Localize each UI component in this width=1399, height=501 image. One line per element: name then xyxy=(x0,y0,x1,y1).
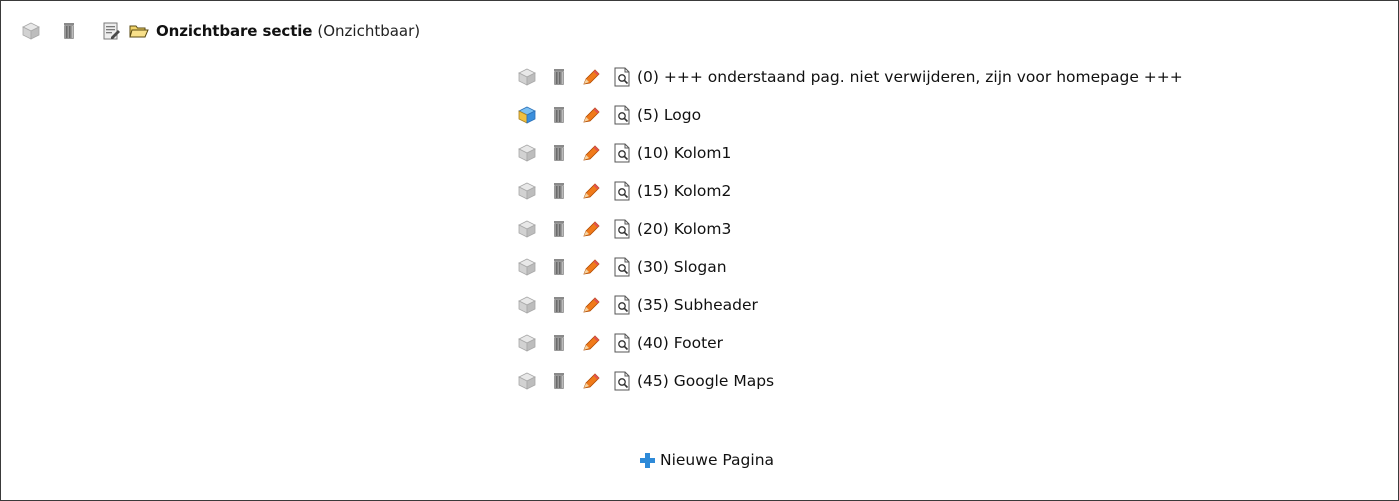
page-preview-icon[interactable] xyxy=(612,370,634,392)
trash-icon[interactable] xyxy=(548,256,570,278)
section-title[interactable]: Onzichtbare sectie xyxy=(156,22,312,40)
page-row: (5) Logo xyxy=(516,96,1183,134)
page-row: (40) Footer xyxy=(516,324,1183,362)
section-subtitle: (Onzichtbaar) xyxy=(317,22,421,40)
page-edit-icon[interactable] xyxy=(100,20,122,42)
page-row: (15) Kolom2 xyxy=(516,172,1183,210)
page-preview-icon[interactable] xyxy=(612,218,634,240)
trash-icon[interactable] xyxy=(58,20,80,42)
folder-open-icon[interactable] xyxy=(128,20,150,42)
plus-icon xyxy=(636,449,658,471)
page-label[interactable]: (15) Kolom2 xyxy=(637,182,731,200)
trash-icon[interactable] xyxy=(548,332,570,354)
page-label[interactable]: (30) Slogan xyxy=(637,258,727,276)
page-preview-icon[interactable] xyxy=(612,66,634,88)
trash-icon[interactable] xyxy=(548,142,570,164)
cube-gray-icon[interactable] xyxy=(20,20,42,42)
page-label[interactable]: (10) Kolom1 xyxy=(637,144,731,162)
pencil-icon[interactable] xyxy=(580,104,602,126)
page-label[interactable]: (0) +++ onderstaand pag. niet verwijdere… xyxy=(637,68,1183,86)
page-label[interactable]: (35) Subheader xyxy=(637,296,758,314)
trash-icon[interactable] xyxy=(548,104,570,126)
trash-icon[interactable] xyxy=(548,66,570,88)
page-row: (10) Kolom1 xyxy=(516,134,1183,172)
page-preview-icon[interactable] xyxy=(612,332,634,354)
trash-icon[interactable] xyxy=(548,180,570,202)
trash-icon[interactable] xyxy=(548,294,570,316)
page-row: (30) Slogan xyxy=(516,248,1183,286)
pencil-icon[interactable] xyxy=(580,370,602,392)
page-label[interactable]: (20) Kolom3 xyxy=(637,220,731,238)
page-row: (0) +++ onderstaand pag. niet verwijdere… xyxy=(516,58,1183,96)
cube-icon[interactable] xyxy=(516,180,538,202)
new-page-label: Nieuwe Pagina xyxy=(660,451,775,469)
cube-icon[interactable] xyxy=(516,66,538,88)
page-row: (35) Subheader xyxy=(516,286,1183,324)
page-preview-icon[interactable] xyxy=(612,104,634,126)
cube-icon[interactable] xyxy=(516,142,538,164)
pencil-icon[interactable] xyxy=(580,66,602,88)
pencil-icon[interactable] xyxy=(580,332,602,354)
page-preview-icon[interactable] xyxy=(612,294,634,316)
page-preview-icon[interactable] xyxy=(612,142,634,164)
page-label[interactable]: (5) Logo xyxy=(637,106,701,124)
page-label[interactable]: (40) Footer xyxy=(637,334,723,352)
page-row: (45) Google Maps xyxy=(516,362,1183,400)
page-row: (20) Kolom3 xyxy=(516,210,1183,248)
cube-icon[interactable] xyxy=(516,332,538,354)
pencil-icon[interactable] xyxy=(580,180,602,202)
new-page-button[interactable]: Nieuwe Pagina xyxy=(636,447,774,473)
page-preview-icon[interactable] xyxy=(612,256,634,278)
page-label[interactable]: (45) Google Maps xyxy=(637,372,774,390)
pencil-icon[interactable] xyxy=(580,256,602,278)
cube-active-icon[interactable] xyxy=(516,104,538,126)
cube-icon[interactable] xyxy=(516,218,538,240)
section-header: Onzichtbare sectie (Onzichtbaar) xyxy=(20,18,420,44)
pencil-icon[interactable] xyxy=(580,142,602,164)
page-preview-icon[interactable] xyxy=(612,180,634,202)
cube-icon[interactable] xyxy=(516,370,538,392)
trash-icon[interactable] xyxy=(548,218,570,240)
trash-icon[interactable] xyxy=(548,370,570,392)
page-list: (0) +++ onderstaand pag. niet verwijdere… xyxy=(516,58,1183,400)
pencil-icon[interactable] xyxy=(580,218,602,240)
cube-icon[interactable] xyxy=(516,294,538,316)
pencil-icon[interactable] xyxy=(580,294,602,316)
cube-icon[interactable] xyxy=(516,256,538,278)
